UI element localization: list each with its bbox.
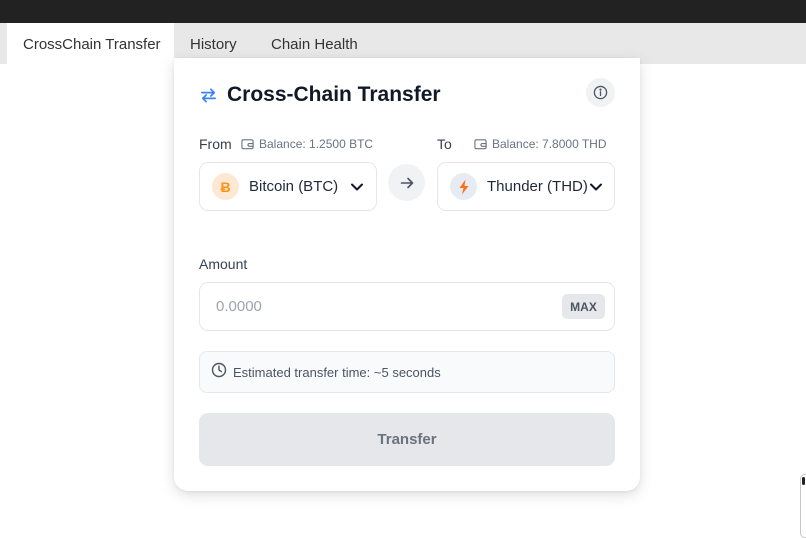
amount-label: Amount <box>199 256 248 272</box>
lightning-icon <box>450 173 477 200</box>
chevron-down-icon <box>590 183 602 191</box>
arrow-right-icon <box>400 177 413 188</box>
to-balance-text: Balance: 7.8000 THD <box>492 137 607 151</box>
from-label: From <box>199 136 232 152</box>
from-chain-select[interactable]: Ƀ Bitcoin (BTC) <box>199 162 377 211</box>
transfer-card: Cross-Chain Transfer From Balance: 1.250… <box>174 58 640 491</box>
swap-arrows-icon <box>200 87 217 103</box>
info-button[interactable] <box>586 78 615 107</box>
estimated-time-text: Estimated transfer time: ~5 seconds <box>233 364 441 380</box>
to-chain-value: Thunder (THD) <box>487 178 588 195</box>
from-balance-text: Balance: 1.2500 BTC <box>259 137 374 151</box>
from-chain-value: Bitcoin (BTC) <box>249 178 339 195</box>
bitcoin-icon: Ƀ <box>212 173 239 200</box>
to-balance: Balance: 7.8000 THD <box>474 137 607 151</box>
wallet-icon <box>241 139 254 150</box>
window-top-bar <box>0 0 806 23</box>
max-button[interactable]: MAX <box>562 294 605 319</box>
wallet-icon <box>474 139 487 150</box>
clock-icon <box>211 362 227 378</box>
floating-widget-edge <box>800 474 806 538</box>
card-title: Cross-Chain Transfer <box>227 83 441 106</box>
transfer-button[interactable]: Transfer <box>199 413 615 466</box>
amount-field: MAX <box>199 282 615 331</box>
chevron-down-icon <box>351 183 363 191</box>
info-icon <box>593 85 608 100</box>
from-balance: Balance: 1.2500 BTC <box>241 137 373 151</box>
tab-crosschain-transfer[interactable]: CrossChain Transfer <box>7 23 174 64</box>
to-chain-select[interactable]: Thunder (THD) <box>437 162 615 211</box>
amount-input[interactable] <box>216 283 536 330</box>
swap-direction-button[interactable] <box>388 164 425 201</box>
to-label: To <box>437 136 452 152</box>
card-header: Cross-Chain Transfer <box>199 82 441 108</box>
estimated-time-notice: Estimated transfer time: ~5 seconds <box>199 351 615 393</box>
